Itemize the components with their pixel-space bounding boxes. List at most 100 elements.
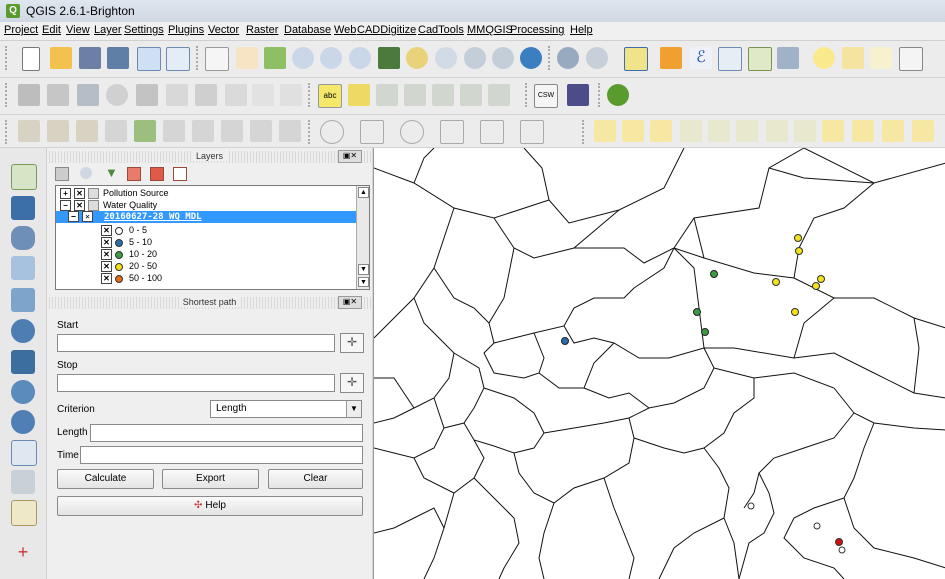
zoom-full-icon[interactable]	[378, 47, 400, 69]
text-annotation-icon[interactable]	[899, 47, 923, 71]
new-print-composer-icon[interactable]	[137, 47, 161, 71]
mmqgis-tool-4-icon[interactable]	[680, 120, 702, 142]
capture-start-point-button[interactable]: ✛	[340, 333, 364, 353]
split-parts-icon[interactable]	[250, 120, 272, 142]
zoom-next-icon[interactable]	[492, 47, 514, 69]
scroll-up-icon[interactable]: ▲	[358, 187, 369, 198]
panel-float-close-icon[interactable]: ▣✕	[338, 296, 362, 309]
toolbar-grip[interactable]	[525, 83, 531, 107]
toolbar-grip[interactable]	[598, 83, 604, 107]
menu-web[interactable]: Web	[334, 24, 356, 36]
menu-caddigitize[interactable]: CADDigitize	[357, 24, 416, 36]
add-raster-layer-icon[interactable]	[11, 196, 35, 220]
split-features-icon[interactable]	[221, 120, 243, 142]
mmqgis-tool-5-icon[interactable]	[708, 120, 730, 142]
scroll-down-icon[interactable]: ▼	[358, 264, 369, 275]
layer-wq-mdl[interactable]: − ✕ 20160627-28 WQ MDL	[56, 211, 366, 223]
rotate-label-icon[interactable]	[460, 84, 482, 106]
show-hide-labels-icon[interactable]	[404, 84, 426, 106]
attribute-table-icon[interactable]	[718, 47, 742, 71]
stop-point-input[interactable]	[57, 374, 335, 392]
legend-class-10-20[interactable]: ✕ 10 - 20	[101, 248, 157, 261]
legend-class-0-5[interactable]: ✕ 0 - 5	[101, 224, 147, 237]
add-ring-icon[interactable]	[18, 120, 40, 142]
zoom-last-icon[interactable]	[464, 47, 486, 69]
cad-circle-icon[interactable]	[320, 120, 344, 144]
copy-features-icon[interactable]	[252, 84, 274, 106]
move-feature-icon[interactable]	[136, 84, 158, 106]
processing-icon[interactable]	[607, 84, 629, 106]
criterion-select[interactable]: Length ▼	[210, 400, 362, 418]
add-wfs-layer-icon[interactable]	[11, 410, 35, 434]
add-wms-layer-icon[interactable]	[11, 350, 35, 374]
field-calculator-icon[interactable]: ℰ	[690, 47, 712, 69]
layer-group-water-quality[interactable]: − ✕ Water Quality	[60, 199, 157, 212]
fill-ring-icon[interactable]	[76, 120, 98, 142]
identify-features-icon[interactable]	[557, 47, 579, 69]
merge-features-icon[interactable]	[279, 120, 301, 142]
menu-layer[interactable]: Layer	[94, 24, 122, 36]
show-bookmarks-icon[interactable]	[870, 47, 892, 69]
toolbar-grip[interactable]	[196, 46, 202, 70]
layer-labeling-icon[interactable]: abc	[318, 84, 342, 108]
map-svg[interactable]	[374, 148, 945, 579]
add-vector-layer-icon[interactable]	[11, 164, 37, 190]
chevron-down-icon[interactable]: ▼	[346, 401, 361, 417]
node-tool-icon[interactable]	[166, 84, 188, 106]
capture-stop-point-button[interactable]: ✛	[340, 373, 364, 393]
toolbar-grip[interactable]	[308, 83, 314, 107]
touch-zoom-icon[interactable]	[205, 47, 229, 71]
expand-all-icon[interactable]	[127, 167, 141, 181]
remove-layer-icon[interactable]	[173, 167, 187, 181]
map-canvas[interactable]	[373, 148, 945, 579]
measure-line-icon[interactable]	[777, 47, 799, 69]
layer-tree-scrollbar[interactable]: ▲ ▼ ▼	[356, 186, 369, 289]
menu-mmqgis[interactable]: MMQGIS	[467, 24, 513, 36]
save-project-icon[interactable]	[79, 47, 101, 69]
add-gpx-layer-icon[interactable]	[11, 470, 35, 494]
new-shapefile-icon[interactable]	[11, 500, 37, 526]
add-mssql-layer-icon[interactable]	[11, 288, 35, 312]
add-delimited-text-icon[interactable]	[11, 440, 37, 466]
menu-plugins[interactable]: Plugins	[168, 24, 204, 36]
offset-curve-icon[interactable]	[192, 120, 214, 142]
menu-edit[interactable]: Edit	[42, 24, 61, 36]
run-feature-action-icon[interactable]	[586, 47, 608, 69]
zoom-out-icon[interactable]	[320, 47, 342, 69]
pan-icon[interactable]	[236, 47, 258, 69]
zoom-in-icon[interactable]	[292, 47, 314, 69]
mmqgis-tool-1-icon[interactable]	[594, 120, 616, 142]
mmqgis-tool-10-icon[interactable]	[852, 120, 874, 142]
mmqgis-tool-3-icon[interactable]	[650, 120, 672, 142]
legend-class-20-50[interactable]: ✕ 20 - 50	[101, 260, 157, 273]
menu-raster[interactable]: Raster	[246, 24, 278, 36]
deselect-features-icon[interactable]	[660, 47, 682, 69]
toolbar-grip[interactable]	[5, 120, 11, 144]
new-project-icon[interactable]	[22, 47, 40, 71]
layer-labeling-options-icon[interactable]	[348, 84, 370, 106]
crosshair-icon[interactable]: +	[11, 540, 35, 564]
panel-float-close-icon[interactable]: ▣✕	[338, 150, 362, 163]
cut-features-icon[interactable]	[225, 84, 247, 106]
change-label-icon[interactable]	[488, 84, 510, 106]
collapse-all-icon[interactable]	[150, 167, 164, 181]
calculate-button[interactable]: Calculate	[57, 469, 154, 489]
toolbar-grip[interactable]	[5, 83, 11, 107]
mmqgis-tool-2-icon[interactable]	[622, 120, 644, 142]
add-spatialite-layer-icon[interactable]	[11, 256, 35, 280]
csw-icon[interactable]: CSW	[534, 84, 558, 108]
menu-processing[interactable]: Processing	[510, 24, 564, 36]
mmqgis-tool-11-icon[interactable]	[882, 120, 904, 142]
zoom-actual-size-icon[interactable]	[349, 47, 371, 69]
map-tips-icon[interactable]	[813, 47, 835, 69]
add-postgis-layer-icon[interactable]	[11, 226, 35, 250]
filter-legend-icon[interactable]: ▼	[105, 165, 118, 180]
current-edits-icon[interactable]	[18, 84, 40, 106]
toolbar-grip[interactable]	[548, 46, 554, 70]
toolbar-grip[interactable]	[582, 120, 588, 144]
mmqgis-tool-6-icon[interactable]	[736, 120, 758, 142]
open-project-icon[interactable]	[50, 47, 72, 69]
toolbar-grip[interactable]	[5, 46, 11, 70]
menu-settings[interactable]: Settings	[124, 24, 164, 36]
delete-ring-icon[interactable]	[105, 120, 127, 142]
